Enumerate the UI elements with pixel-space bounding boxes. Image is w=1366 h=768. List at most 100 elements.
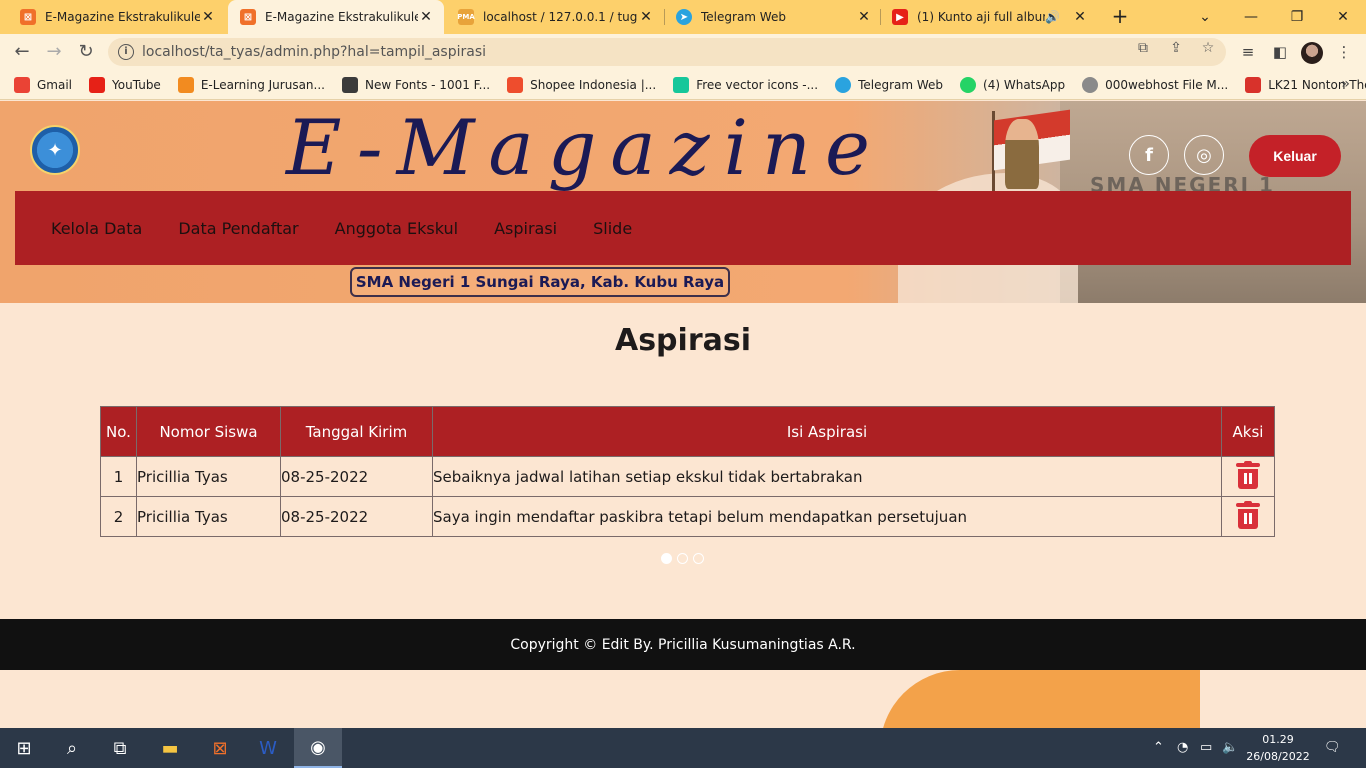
- close-tab-icon[interactable]: ✕: [1072, 9, 1088, 25]
- whatsapp-icon: [960, 76, 977, 93]
- page-title: Aspirasi: [614, 323, 751, 358]
- close-tab-icon[interactable]: ✕: [200, 9, 216, 25]
- cell-tanggal-kirim: 08-25-2022: [280, 496, 433, 537]
- tab-phpmyadmin[interactable]: PMA localhost / 127.0.0.1 / tugas_ ✕: [446, 0, 664, 34]
- tab-emagazine-1[interactable]: ⊠ E-Magazine Ekstrakulikuler ✕: [8, 0, 226, 34]
- bookmark-gmail[interactable]: Gmail: [14, 76, 72, 93]
- battery-icon[interactable]: ▭: [1200, 740, 1212, 755]
- tab-youtube[interactable]: ▶ (1) Kunto aji full album - 🔊 ✕: [880, 0, 1098, 34]
- web-page: SMA NEGERI 1 ✦ E-Magazine f ◎ Keluar Kel…: [0, 101, 1366, 728]
- show-hidden-icons[interactable]: ⌃: [1153, 740, 1164, 755]
- cell-aksi: [1221, 456, 1275, 497]
- new-tab-button[interactable]: +: [1109, 5, 1131, 27]
- close-tab-icon[interactable]: ✕: [856, 9, 872, 25]
- notifications-icon[interactable]: 🗨: [1324, 740, 1341, 755]
- system-clock[interactable]: 01.29 26/08/2022: [1236, 731, 1320, 765]
- bookmark-newfonts[interactable]: New Fonts - 1001 F...: [341, 76, 490, 93]
- table-row: 1 Pricillia Tyas 08-25-2022 Sebaiknya ja…: [100, 456, 1275, 497]
- wifi-icon[interactable]: ◔: [1177, 740, 1188, 755]
- clock-date: 26/08/2022: [1246, 750, 1310, 763]
- bookmark-star-icon[interactable]: ☆: [1200, 40, 1216, 56]
- slider-dot-2[interactable]: [677, 553, 688, 564]
- slider-dot-1[interactable]: [661, 553, 672, 564]
- nav-data-pendaftar[interactable]: Data Pendaftar: [178, 219, 298, 238]
- nav-slide[interactable]: Slide: [593, 219, 632, 238]
- tab-emagazine-2[interactable]: ⊠ E-Magazine Ekstrakulikuler ✕: [228, 0, 444, 34]
- logout-button[interactable]: Keluar: [1249, 135, 1341, 177]
- youtube-icon: [89, 76, 106, 93]
- main-nav: Kelola Data Data Pendaftar Anggota Eksku…: [15, 191, 1351, 265]
- nav-aspirasi[interactable]: Aspirasi: [494, 219, 557, 238]
- bookmark-000webhost[interactable]: 000webhost File M...: [1082, 76, 1228, 93]
- tab-telegram[interactable]: ➤ Telegram Web ✕: [664, 0, 882, 34]
- chrome-taskbar-icon[interactable]: ◉: [294, 728, 342, 768]
- facebook-icon[interactable]: f: [1129, 135, 1169, 175]
- bookmark-whatsapp[interactable]: (4) WhatsApp: [960, 76, 1065, 93]
- decorative-orange-shape: [880, 670, 1200, 728]
- cell-no: 2: [100, 496, 137, 537]
- translate-icon[interactable]: ⧉: [1135, 40, 1151, 56]
- column-header-no: No.: [100, 406, 137, 457]
- youtube-icon: ▶: [892, 9, 908, 25]
- bookmark-shopee[interactable]: Shopee Indonesia |...: [507, 76, 656, 93]
- side-panel-icon[interactable]: ◧: [1270, 42, 1290, 62]
- site-info-icon[interactable]: i: [118, 44, 134, 60]
- tut-wuri-logo: ✦: [30, 125, 80, 175]
- menu-icon[interactable]: ⋮: [1334, 42, 1354, 62]
- slider-dot-3[interactable]: [693, 553, 704, 564]
- fonts-icon: [341, 76, 358, 93]
- xampp-icon: ⊠: [20, 9, 36, 25]
- tab-title: E-Magazine Ekstrakulikuler: [45, 10, 200, 24]
- share-icon[interactable]: ⇪: [1168, 40, 1184, 56]
- windows-taskbar: ⊞ ⌕ ⧉ ▬ ⊠ W ◉ ⌃ ◔ ▭ 🔈 01.29 26/08/2022 🗨: [0, 728, 1366, 768]
- forward-icon[interactable]: →: [42, 40, 66, 64]
- instagram-icon[interactable]: ◎: [1184, 135, 1224, 175]
- bookmark-elearning[interactable]: E-Learning Jurusan...: [177, 76, 325, 93]
- bookmark-telegram[interactable]: Telegram Web: [835, 76, 943, 93]
- back-icon[interactable]: ←: [10, 40, 34, 64]
- delete-trash-icon[interactable]: [1236, 460, 1260, 489]
- close-tab-icon[interactable]: ✕: [418, 9, 434, 25]
- delete-trash-icon[interactable]: [1236, 500, 1260, 529]
- xampp-taskbar-icon[interactable]: ⊠: [196, 728, 244, 768]
- task-view-icon[interactable]: ⧉: [96, 728, 144, 768]
- close-window-button[interactable]: ✕: [1320, 0, 1366, 34]
- slider-dots: [661, 553, 704, 564]
- tab-search-icon[interactable]: ⌄: [1182, 0, 1228, 34]
- saluting-scout-figure: [1005, 119, 1039, 189]
- reload-icon[interactable]: ↻: [74, 40, 98, 64]
- profile-avatar[interactable]: [1301, 42, 1323, 64]
- lk21-icon: [1245, 76, 1262, 93]
- nav-anggota-ekskul[interactable]: Anggota Ekskul: [335, 219, 458, 238]
- more-bookmarks-icon[interactable]: »: [1341, 76, 1350, 92]
- cell-nomor-siswa: Pricillia Tyas: [136, 456, 281, 497]
- nav-kelola-data[interactable]: Kelola Data: [51, 219, 142, 238]
- school-name-badge: SMA Negeri 1 Sungai Raya, Kab. Kubu Raya: [350, 267, 730, 297]
- telegram-icon: ➤: [676, 9, 692, 25]
- search-icon[interactable]: ⌕: [48, 728, 96, 768]
- tab-strip: ⊠ E-Magazine Ekstrakulikuler ✕ ⊠ E-Magaz…: [0, 0, 1366, 34]
- bookmarks-bar: Gmail YouTube E-Learning Jurusan... New …: [0, 70, 1366, 100]
- moodle-icon: [177, 76, 194, 93]
- address-bar[interactable]: i localhost/ta_tyas/admin.php?hal=tampil…: [108, 38, 1226, 66]
- audio-playing-icon[interactable]: 🔊: [1045, 10, 1060, 24]
- close-tab-icon[interactable]: ✕: [638, 9, 654, 25]
- maximize-button[interactable]: ❐: [1274, 0, 1320, 34]
- cell-isi-aspirasi: Sebaiknya jadwal latihan setiap ekskul t…: [432, 456, 1222, 497]
- site-brand: E-Magazine: [286, 103, 884, 192]
- bookmark-youtube[interactable]: YouTube: [89, 76, 161, 93]
- shopee-icon: [507, 76, 524, 93]
- file-explorer-icon[interactable]: ▬: [146, 728, 194, 768]
- cell-tanggal-kirim: 08-25-2022: [280, 456, 433, 497]
- windows-start-icon[interactable]: ⊞: [0, 728, 48, 768]
- media-control-icon[interactable]: ≡: [1238, 42, 1258, 62]
- word-icon[interactable]: W: [244, 728, 292, 768]
- table-row: 2 Pricillia Tyas 08-25-2022 Saya ingin m…: [100, 496, 1275, 537]
- cell-isi-aspirasi: Saya ingin mendaftar paskibra tetapi bel…: [432, 496, 1222, 537]
- gmail-icon: [14, 76, 30, 93]
- bookmark-flaticon[interactable]: Free vector icons -...: [673, 76, 818, 93]
- minimize-button[interactable]: —: [1228, 0, 1274, 34]
- tab-title: localhost / 127.0.0.1 / tugas_: [483, 10, 638, 24]
- address-url: localhost/ta_tyas/admin.php?hal=tampil_a…: [142, 44, 486, 60]
- table-header-row: No. Nomor Siswa Tanggal Kirim Isi Aspira…: [100, 406, 1275, 457]
